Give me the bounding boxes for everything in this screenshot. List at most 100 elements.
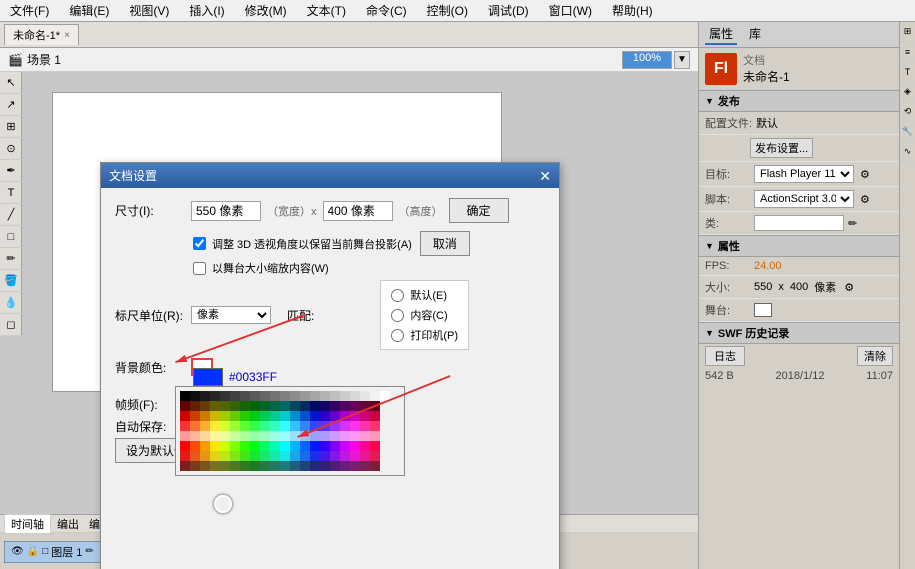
properties-tab[interactable]: 属性 [705, 24, 737, 45]
color-cell[interactable] [180, 421, 190, 431]
color-cell[interactable] [310, 431, 320, 441]
color-cell[interactable] [200, 411, 210, 421]
color-cell[interactable] [270, 451, 280, 461]
color-cell[interactable] [310, 441, 320, 451]
color-cell[interactable] [340, 441, 350, 451]
color-cell[interactable] [230, 411, 240, 421]
color-cell[interactable] [280, 461, 290, 471]
color-cell[interactable] [320, 391, 330, 401]
color-cell[interactable] [340, 451, 350, 461]
color-cell[interactable] [300, 411, 310, 421]
menu-control[interactable]: 控制(O) [421, 0, 474, 21]
clear-button[interactable]: 清除 [857, 346, 893, 366]
dialog-close-button[interactable]: ✕ [539, 169, 551, 183]
color-cell[interactable] [330, 421, 340, 431]
color-cell[interactable] [180, 451, 190, 461]
menu-modify[interactable]: 修改(M) [239, 0, 293, 21]
rt-icon-7[interactable]: ∿ [900, 142, 915, 162]
color-cell[interactable] [290, 461, 300, 471]
color-cell[interactable] [180, 461, 190, 471]
match-content-radio[interactable] [391, 309, 404, 322]
color-cell[interactable] [360, 451, 370, 461]
height-input[interactable] [323, 201, 393, 221]
publish-section-header[interactable]: ▼ 发布 [699, 90, 899, 112]
library-tab[interactable]: 库 [745, 24, 765, 45]
menu-help[interactable]: 帮助(H) [606, 0, 659, 21]
color-cell[interactable] [190, 401, 200, 411]
color-cell[interactable] [270, 441, 280, 451]
color-cell[interactable] [210, 401, 220, 411]
color-cell[interactable] [350, 451, 360, 461]
ok-button[interactable]: 确定 [449, 198, 509, 223]
color-cell[interactable] [310, 401, 320, 411]
color-cell[interactable] [330, 451, 340, 461]
color-cell[interactable] [270, 391, 280, 401]
color-cell[interactable] [300, 391, 310, 401]
color-cell[interactable] [250, 461, 260, 471]
match-default-radio[interactable] [391, 289, 404, 302]
color-cell[interactable] [350, 441, 360, 451]
color-cell[interactable] [320, 441, 330, 451]
color-cell[interactable] [320, 411, 330, 421]
color-cell[interactable] [230, 461, 240, 471]
color-cell[interactable] [210, 451, 220, 461]
color-cell[interactable] [240, 411, 250, 421]
color-cell[interactable] [210, 391, 220, 401]
color-cell[interactable] [380, 391, 390, 401]
color-cell[interactable] [200, 421, 210, 431]
rt-icon-5[interactable]: ⟲ [900, 102, 915, 122]
script-select[interactable]: ActionScript 3.0 [754, 190, 854, 208]
color-cell[interactable] [370, 441, 380, 451]
color-cell[interactable] [350, 421, 360, 431]
color-cell[interactable] [220, 421, 230, 431]
script-settings-icon[interactable]: ⚙ [860, 193, 870, 206]
color-cell[interactable] [300, 421, 310, 431]
color-cell[interactable] [250, 451, 260, 461]
color-cell[interactable] [240, 451, 250, 461]
color-cell[interactable] [370, 401, 380, 411]
color-cell[interactable] [310, 411, 320, 421]
color-cell[interactable] [290, 441, 300, 451]
color-cell[interactable] [270, 431, 280, 441]
color-cell[interactable] [280, 401, 290, 411]
color-cell[interactable] [220, 441, 230, 451]
menu-debug[interactable]: 调试(D) [482, 0, 535, 21]
adjust-3d-checkbox[interactable] [193, 237, 206, 250]
color-cell[interactable] [330, 401, 340, 411]
color-cell[interactable] [310, 451, 320, 461]
color-cell[interactable] [280, 391, 290, 401]
color-cell[interactable] [290, 391, 300, 401]
color-cell[interactable] [210, 421, 220, 431]
color-cell[interactable] [360, 411, 370, 421]
color-cell[interactable] [370, 461, 380, 471]
menu-window[interactable]: 窗口(W) [543, 0, 598, 21]
color-cell[interactable] [190, 391, 200, 401]
color-cell[interactable] [330, 461, 340, 471]
color-cell[interactable] [290, 411, 300, 421]
stage-color-swatch[interactable] [754, 303, 772, 317]
color-cell[interactable] [250, 391, 260, 401]
menu-view[interactable]: 视图(V) [123, 0, 175, 21]
color-cell[interactable] [230, 451, 240, 461]
color-cell[interactable] [310, 461, 320, 471]
color-cell[interactable] [300, 431, 310, 441]
color-cell[interactable] [260, 411, 270, 421]
color-cell[interactable] [270, 411, 280, 421]
color-cell[interactable] [330, 431, 340, 441]
color-cell[interactable] [220, 461, 230, 471]
color-cell[interactable] [270, 421, 280, 431]
menu-edit[interactable]: 编辑(E) [63, 0, 115, 21]
color-cell[interactable] [350, 461, 360, 471]
props-section-header[interactable]: ▼ 属性 [699, 235, 899, 257]
color-cell[interactable] [370, 451, 380, 461]
color-cell[interactable] [260, 441, 270, 451]
color-cell[interactable] [210, 431, 220, 441]
color-cell[interactable] [300, 461, 310, 471]
color-picker-popup[interactable] [175, 386, 405, 476]
color-cell[interactable] [200, 391, 210, 401]
color-cell[interactable] [270, 461, 280, 471]
color-cell[interactable] [220, 411, 230, 421]
color-cell[interactable] [240, 441, 250, 451]
color-cell[interactable] [350, 431, 360, 441]
color-cell[interactable] [340, 401, 350, 411]
